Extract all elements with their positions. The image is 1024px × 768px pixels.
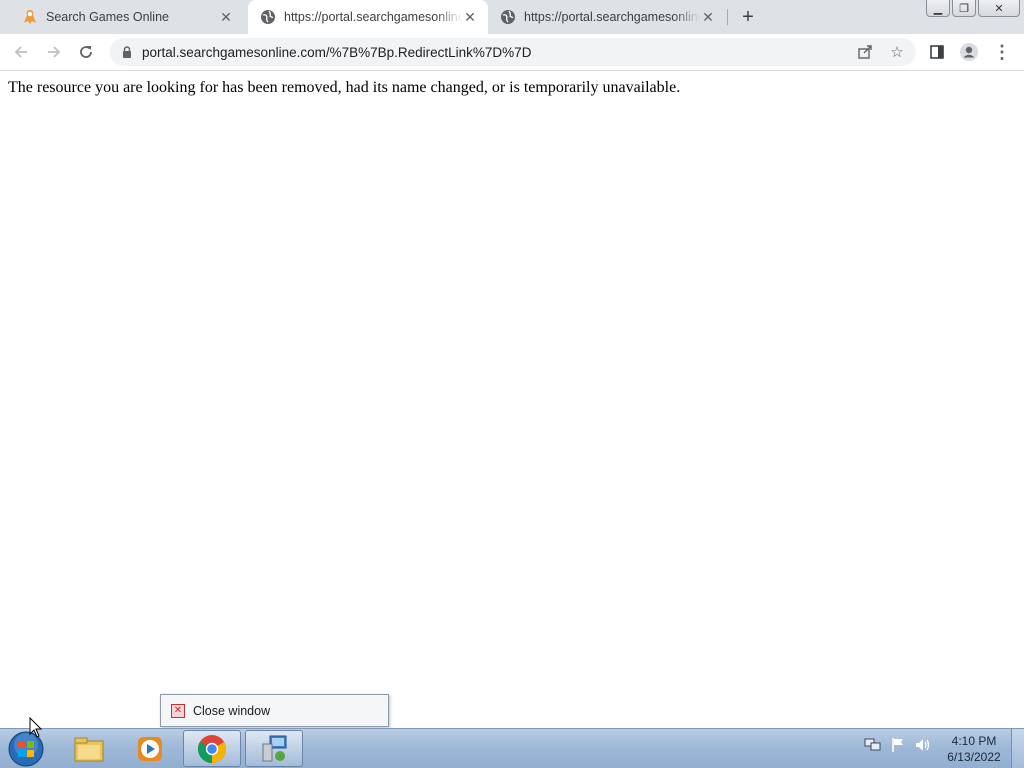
globe-icon	[500, 9, 516, 25]
taskbar-chrome[interactable]	[183, 730, 241, 767]
tab-title: Search Games Online	[46, 10, 169, 24]
url-text[interactable]: portal.searchgamesonline.com/%7B%7Bp.Red…	[142, 45, 531, 60]
share-icon[interactable]	[856, 43, 874, 61]
side-panel-button[interactable]	[925, 40, 949, 64]
taskbar-file-explorer[interactable]	[60, 730, 118, 767]
tab-strip: Search Games Online ✕ https://portal.sea…	[0, 0, 1024, 34]
close-icon[interactable]: ✕	[700, 9, 716, 25]
bookmark-star-icon[interactable]: ☆	[888, 43, 906, 61]
volume-icon[interactable]	[914, 737, 932, 758]
action-center-flag-icon[interactable]	[890, 737, 906, 758]
taskbar-network-app[interactable]	[245, 730, 303, 767]
close-window-button[interactable]: ✕	[978, 0, 1020, 17]
tab-portal-active[interactable]: https://portal.searchgamesonline.com/ ✕	[248, 0, 488, 34]
search-games-icon	[22, 9, 38, 25]
close-window-item[interactable]: Close window	[193, 704, 270, 718]
minimize-button[interactable]: ▁	[926, 0, 950, 17]
globe-icon	[260, 9, 276, 25]
error-message: The resource you are looking for has bee…	[8, 79, 681, 96]
tab-portal-2[interactable]: https://portal.searchgamesonline.com/ ✕	[488, 0, 726, 34]
new-tab-button[interactable]: +	[736, 5, 760, 29]
reload-button[interactable]	[72, 38, 100, 66]
clock-time: 4:10 PM	[951, 734, 997, 748]
close-window-icon: ✕	[171, 703, 185, 718]
tab-search-games-online[interactable]: Search Games Online ✕	[10, 0, 244, 34]
lock-icon[interactable]	[120, 45, 134, 59]
close-icon[interactable]: ✕	[218, 9, 234, 25]
mouse-cursor-icon	[29, 717, 43, 738]
kebab-menu-icon: ⋮	[993, 41, 1011, 62]
side-panel-icon	[930, 45, 944, 59]
close-icon[interactable]: ✕	[462, 9, 478, 25]
system-tray	[864, 737, 932, 758]
profile-button[interactable]	[957, 40, 981, 64]
chrome-icon	[198, 734, 226, 763]
folder-icon	[74, 737, 104, 761]
menu-button[interactable]: ⋮	[990, 40, 1014, 64]
network-icon[interactable]	[864, 737, 882, 758]
tab-title: https://portal.searchgamesonline.com/	[284, 10, 462, 24]
address-bar[interactable]: portal.searchgamesonline.com/%7B%7Bp.Red…	[110, 38, 916, 66]
remote-desktop-icon	[262, 735, 287, 761]
tab-title: https://portal.searchgamesonline.com/	[524, 10, 700, 24]
forward-button[interactable]	[40, 38, 68, 66]
show-desktop-button[interactable]	[1011, 729, 1024, 768]
system-clock[interactable]: 4:10 PM 6/13/2022	[934, 733, 1014, 765]
reload-icon	[80, 46, 92, 58]
taskbar-media-player[interactable]	[121, 730, 179, 767]
arrow-left-icon	[14, 46, 27, 58]
avatar-icon	[960, 43, 978, 61]
browser-toolbar: portal.searchgamesonline.com/%7B%7Bp.Red…	[0, 34, 1024, 71]
taskbar-jumplist: ✕ Close window	[160, 694, 389, 727]
clock-date: 6/13/2022	[947, 750, 1001, 764]
page-content: The resource you are looking for has bee…	[0, 71, 1024, 728]
tab-separator	[727, 9, 728, 25]
back-button[interactable]	[7, 38, 35, 66]
restore-button[interactable]: ❐	[952, 0, 976, 17]
arrow-right-icon	[48, 46, 61, 58]
media-player-icon	[138, 736, 162, 761]
window-controls: ▁ ❐ ✕	[926, 0, 1020, 17]
taskbar: 4:10 PM 6/13/2022	[0, 728, 1024, 768]
